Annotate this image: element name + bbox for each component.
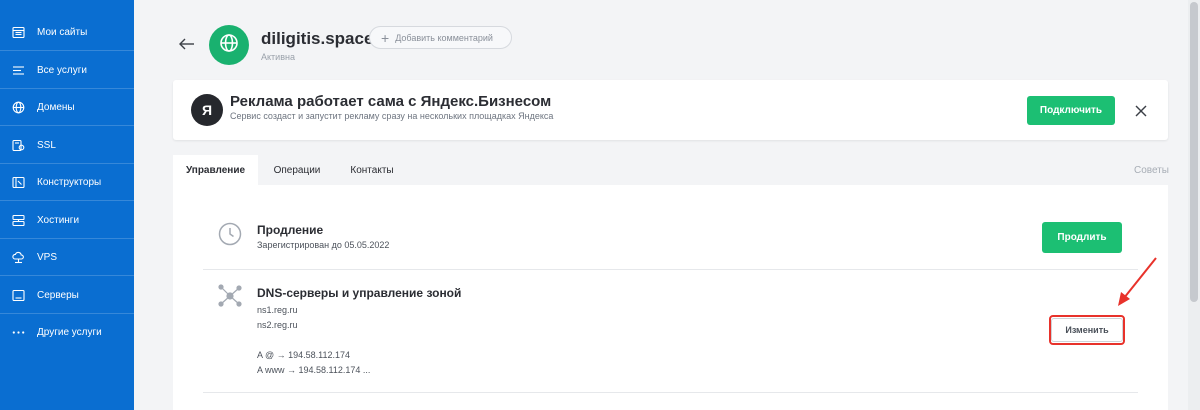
sidebar-item-hosting[interactable]: Хостинги	[0, 202, 134, 239]
divider	[203, 392, 1138, 393]
sidebar-item-label: Другие услуги	[37, 327, 102, 338]
constructor-icon	[12, 176, 25, 189]
dns-title: DNS-серверы и управление зоной	[257, 286, 462, 300]
tab-contacts[interactable]: Контакты	[336, 155, 408, 185]
promo-banner: Я Реклама работает сама с Яндекс.Бизнесо…	[173, 80, 1168, 140]
sidebar-item-servers[interactable]: Серверы	[0, 277, 134, 314]
yandex-logo: Я	[191, 94, 223, 126]
page-title: diligitis.space	[261, 29, 374, 48]
divider	[203, 269, 1138, 270]
sidebar-item-all-services[interactable]: Все услуги	[0, 52, 134, 89]
scrollbar-thumb[interactable]	[1190, 2, 1198, 302]
hosting-icon	[12, 214, 25, 227]
add-comment-label: Добавить комментарий	[395, 32, 493, 43]
sidebar-item-label: Хостинги	[37, 215, 80, 226]
sidebar-item-label: Домены	[37, 102, 75, 113]
close-icon[interactable]	[1131, 101, 1150, 120]
vps-cloud-icon	[12, 251, 25, 264]
sidebar-item-label: SSL	[37, 140, 56, 151]
promo-title: Реклама работает сама с Яндекс.Бизнесом	[230, 93, 552, 110]
more-dots-icon	[12, 326, 25, 339]
connect-button[interactable]: Подключить	[1027, 96, 1115, 125]
scrollbar[interactable]	[1188, 0, 1200, 410]
dns-record-www: A www → 194.58.112.174 ...	[257, 365, 371, 375]
plus-icon: +	[381, 29, 390, 46]
tab-operations[interactable]: Операции	[258, 155, 336, 185]
promo-subtitle: Сервис создаст и запустит рекламу сразу …	[230, 111, 554, 121]
domain-status: Активна	[261, 52, 295, 62]
management-panel: Продление Зарегистрирован до 05.05.2022 …	[173, 185, 1168, 410]
sites-icon	[12, 26, 25, 39]
tab-management[interactable]: Управление	[173, 155, 258, 185]
domain-avatar	[209, 25, 249, 65]
sidebar: Мои сайты Все услуги Домены SSL Конструк…	[0, 0, 134, 410]
sidebar-item-constructors[interactable]: Конструкторы	[0, 164, 134, 201]
nameserver-1: ns1.reg.ru	[257, 305, 298, 315]
sidebar-item-label: Серверы	[37, 290, 79, 301]
globe-icon	[12, 101, 25, 114]
sidebar-item-label: Конструкторы	[37, 177, 102, 188]
globe-icon	[219, 33, 239, 58]
server-icon	[12, 289, 25, 302]
annotation-highlight	[1049, 315, 1125, 345]
sidebar-item-domains[interactable]: Домены	[0, 89, 134, 126]
dns-record-root: A @ → 194.58.112.174	[257, 350, 351, 360]
add-comment-button[interactable]: + Добавить комментарий	[369, 26, 512, 49]
tips-link[interactable]: Советы	[1134, 165, 1169, 176]
registration-date: Зарегистрирован до 05.05.2022	[257, 240, 390, 250]
sidebar-item-my-sites[interactable]: Мои сайты	[0, 14, 134, 51]
dns-network-icon	[218, 284, 242, 313]
services-list-icon	[12, 64, 25, 77]
sidebar-item-label: VPS	[37, 252, 58, 263]
sidebar-item-label: Все услуги	[37, 65, 87, 76]
back-arrow-icon[interactable]	[178, 36, 196, 52]
renewal-title: Продление	[257, 223, 324, 237]
annotation-arrow-icon	[1118, 257, 1157, 306]
sidebar-item-vps[interactable]: VPS	[0, 239, 134, 276]
sidebar-item-ssl[interactable]: SSL	[0, 127, 134, 164]
ssl-lock-icon	[12, 139, 25, 152]
nameserver-2: ns2.reg.ru	[257, 320, 298, 330]
clock-icon	[218, 222, 242, 251]
sidebar-item-other-services[interactable]: Другие услуги	[0, 314, 134, 351]
sidebar-item-label: Мои сайты	[37, 27, 88, 38]
renew-button[interactable]: Продлить	[1042, 222, 1122, 253]
